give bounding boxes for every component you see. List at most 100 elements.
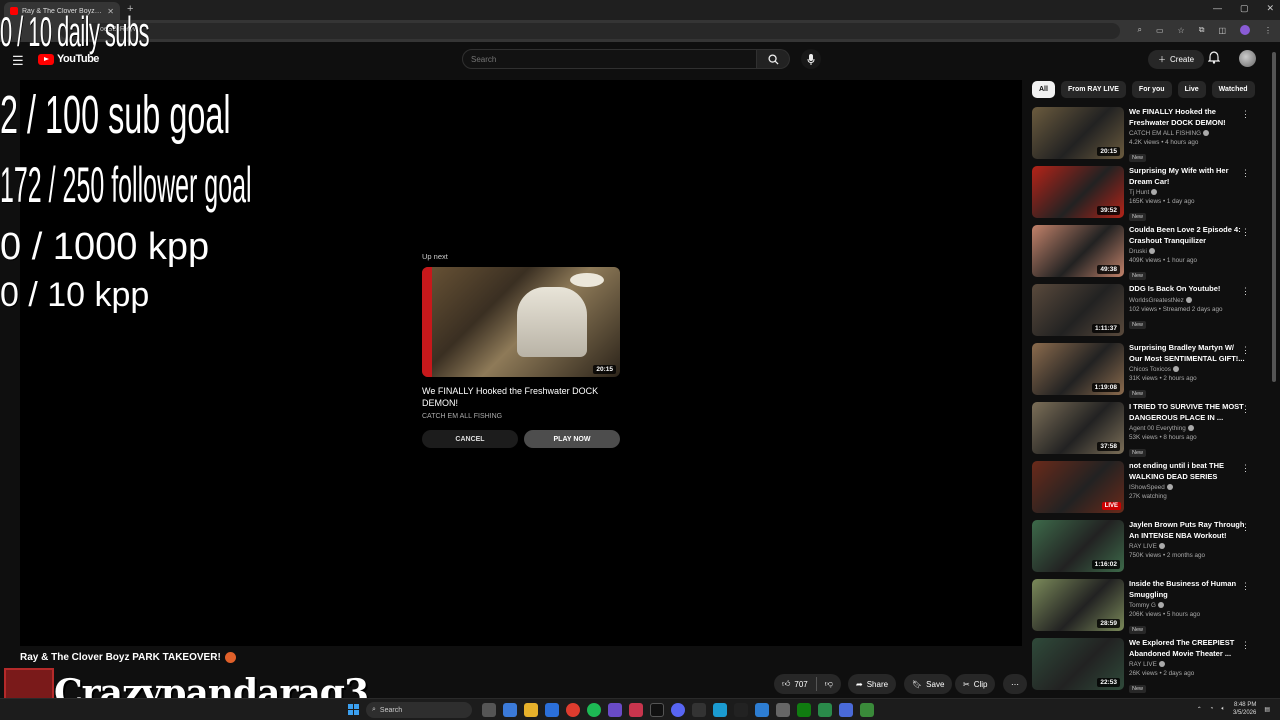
sidepanel-icon[interactable]: ◫ — [1218, 26, 1226, 35]
wifi-icon[interactable]: ◔ — [1210, 706, 1214, 712]
recommendation-thumbnail[interactable]: 28:59 — [1032, 579, 1124, 631]
recommendation-item[interactable]: 20:15 We FINALLY Hooked the Freshwater DO… — [1032, 107, 1258, 163]
filter-chip[interactable]: For you — [1131, 81, 1172, 98]
like-button[interactable]: 👍︎ 707 👎︎ — [774, 674, 841, 694]
recommendation-thumbnail[interactable]: 20:15 — [1032, 107, 1124, 159]
app-icon-8[interactable] — [818, 703, 832, 717]
recommendation-thumbnail[interactable]: 1:11:37 — [1032, 284, 1124, 336]
task-view-icon[interactable] — [482, 703, 496, 717]
taskbar-search[interactable]: ⌕ Search — [366, 702, 472, 718]
recommendation-thumbnail[interactable]: LIVE — [1032, 461, 1124, 513]
browser-profile-icon[interactable] — [1240, 25, 1250, 35]
filter-chip[interactable]: From RAY LIVE — [1060, 81, 1126, 98]
app-icon-3[interactable] — [608, 703, 622, 717]
recommendation-thumbnail[interactable]: 49:38 — [1032, 225, 1124, 277]
close-window-icon[interactable]: ✕ — [1266, 3, 1274, 14]
recommendation-item[interactable]: 37:58 I TRIED TO SURVIVE THE MOST DANGERO… — [1032, 402, 1258, 458]
tiktok-icon[interactable] — [650, 703, 664, 717]
recommendation-thumbnail[interactable]: 1:16:02 — [1032, 520, 1124, 572]
recommendation-title[interactable]: not ending until i beat THE WALKING DEAD… — [1129, 461, 1247, 482]
recommendation-item[interactable]: 1:19:08 Surprising Bradley Martyn W/ Our … — [1032, 343, 1258, 399]
app-icon-1[interactable] — [503, 703, 517, 717]
recommendation-channel[interactable]: IShowSpeed — [1129, 484, 1165, 491]
recommendation-channel[interactable]: CATCH EM ALL FISHING — [1129, 130, 1201, 137]
recommendation-item[interactable]: 22:53 We Explored The CREEPIEST Abandoned… — [1032, 638, 1258, 694]
app-icon-2[interactable] — [545, 703, 559, 717]
recommendation-channel[interactable]: WorldsGreatestNez — [1129, 297, 1184, 304]
recommendation-item[interactable]: 28:59 Inside the Business of Human Smuggl… — [1032, 579, 1258, 635]
recommendation-title[interactable]: We FINALLY Hooked the Freshwater DOCK DE… — [1129, 107, 1247, 128]
recommendation-channel[interactable]: RAY LIVE — [1129, 543, 1157, 550]
search-button[interactable] — [757, 49, 790, 69]
xbox-icon[interactable] — [797, 703, 811, 717]
discord-icon[interactable] — [671, 703, 685, 717]
recommendation-thumbnail[interactable]: 1:19:08 — [1032, 343, 1124, 395]
voice-search-button[interactable] — [801, 49, 821, 69]
recommendation-item[interactable]: 1:11:37 DDG Is Back On Youtube! WorldsGrea… — [1032, 284, 1258, 340]
app-icon-7[interactable] — [776, 703, 790, 717]
recommendation-title[interactable]: Surprising Bradley Martyn W/ Our Most SE… — [1129, 343, 1247, 364]
save-button[interactable]: 🔖︎ Save — [904, 674, 953, 694]
more-options-icon[interactable]: ⋮ — [1241, 404, 1250, 415]
recommendation-title[interactable]: Jaylen Brown Puts Ray Through An INTENSE… — [1129, 520, 1247, 541]
steam-icon[interactable] — [713, 703, 727, 717]
bookmark-star-icon[interactable]: ☆ — [1178, 26, 1185, 35]
recommendation-channel[interactable]: Tj Hunt — [1129, 189, 1149, 196]
recommendation-channel[interactable]: RAY LIVE — [1129, 661, 1157, 668]
more-options-icon[interactable]: ⋮ — [1241, 463, 1250, 474]
minimize-icon[interactable]: — — [1213, 3, 1222, 14]
recommendation-channel[interactable]: Druski — [1129, 248, 1147, 255]
kick-icon[interactable] — [734, 703, 748, 717]
spotify-icon[interactable] — [587, 703, 601, 717]
account-avatar[interactable] — [1239, 50, 1256, 67]
cast-icon[interactable]: ▭ — [1156, 26, 1164, 35]
more-options-icon[interactable]: ⋮ — [1241, 522, 1250, 533]
recommendation-title[interactable]: Coulda Been Love 2 Episode 4: Crashout T… — [1129, 225, 1247, 246]
recommendation-title[interactable]: I TRIED TO SURVIVE THE MOST DANGEROUS PL… — [1129, 402, 1247, 423]
recommendation-channel[interactable]: Chicos Toxicos — [1129, 366, 1171, 373]
app-icon-9[interactable] — [839, 703, 853, 717]
cancel-button[interactable]: CANCEL — [422, 430, 518, 448]
more-options-icon[interactable]: ⋮ — [1241, 109, 1250, 120]
browser-menu-icon[interactable]: ⋮ — [1264, 26, 1272, 35]
windows-start-icon[interactable] — [348, 704, 359, 715]
notification-center-icon[interactable]: ▤ — [1264, 706, 1270, 713]
recommendation-item[interactable]: 1:16:02 Jaylen Brown Puts Ray Through An … — [1032, 520, 1258, 576]
chrome-icon[interactable] — [566, 703, 580, 717]
maximize-icon[interactable]: ▢ — [1240, 3, 1249, 14]
app-icon-5[interactable] — [692, 703, 706, 717]
clip-button[interactable]: ✂ Clip — [955, 674, 996, 694]
zoom-icon[interactable]: ⌕ — [1138, 25, 1142, 35]
filter-chip[interactable]: Watched — [1211, 81, 1255, 98]
more-options-icon[interactable]: ⋮ — [1241, 168, 1250, 179]
upnext-title[interactable]: We FINALLY Hooked the Freshwater DOCK DE… — [422, 385, 622, 409]
page-scrollbar[interactable] — [1272, 52, 1276, 382]
recommendation-channel[interactable]: Agent 00 Everything — [1129, 425, 1186, 432]
recommendation-channel[interactable]: Tommy G — [1129, 602, 1156, 609]
more-options-icon[interactable]: ⋮ — [1241, 345, 1250, 356]
recommendation-thumbnail[interactable]: 39:52 — [1032, 166, 1124, 218]
recommendation-thumbnail[interactable]: 22:53 — [1032, 638, 1124, 690]
tray-chevron-icon[interactable]: ⌃ — [1197, 706, 1202, 713]
recommendation-item[interactable]: 49:38 Coulda Been Love 2 Episode 4: Crash… — [1032, 225, 1258, 281]
create-button[interactable]: ＋ Create — [1148, 50, 1205, 69]
upnext-thumbnail[interactable]: 20:15 — [422, 267, 620, 377]
more-options-icon[interactable]: ⋮ — [1241, 286, 1250, 297]
play-now-button[interactable]: PLAY NOW — [524, 430, 620, 448]
more-options-icon[interactable]: ⋮ — [1241, 640, 1250, 651]
volume-icon[interactable]: 🔈︎ — [1221, 706, 1225, 713]
recommendation-title[interactable]: DDG Is Back On Youtube! — [1129, 284, 1247, 295]
recommendation-thumbnail[interactable]: 37:58 — [1032, 402, 1124, 454]
notifications-button[interactable] — [1207, 51, 1221, 69]
more-options-icon[interactable]: ⋮ — [1241, 581, 1250, 592]
search-input[interactable] — [462, 49, 757, 69]
extensions-icon[interactable]: ⧉ — [1199, 25, 1205, 35]
app-icon-4[interactable] — [629, 703, 643, 717]
recommendation-item[interactable]: 39:52 Surprising My Wife with Her Dream C… — [1032, 166, 1258, 222]
filter-chip[interactable]: All — [1032, 81, 1055, 98]
url-field[interactable]: oeS2cRYyw — [60, 23, 1120, 39]
app-icon-6[interactable] — [755, 703, 769, 717]
recommendation-title[interactable]: Surprising My Wife with Her Dream Car! — [1129, 166, 1247, 187]
recommendation-title[interactable]: Inside the Business of Human Smuggling — [1129, 579, 1247, 600]
minecraft-icon[interactable] — [860, 703, 874, 717]
